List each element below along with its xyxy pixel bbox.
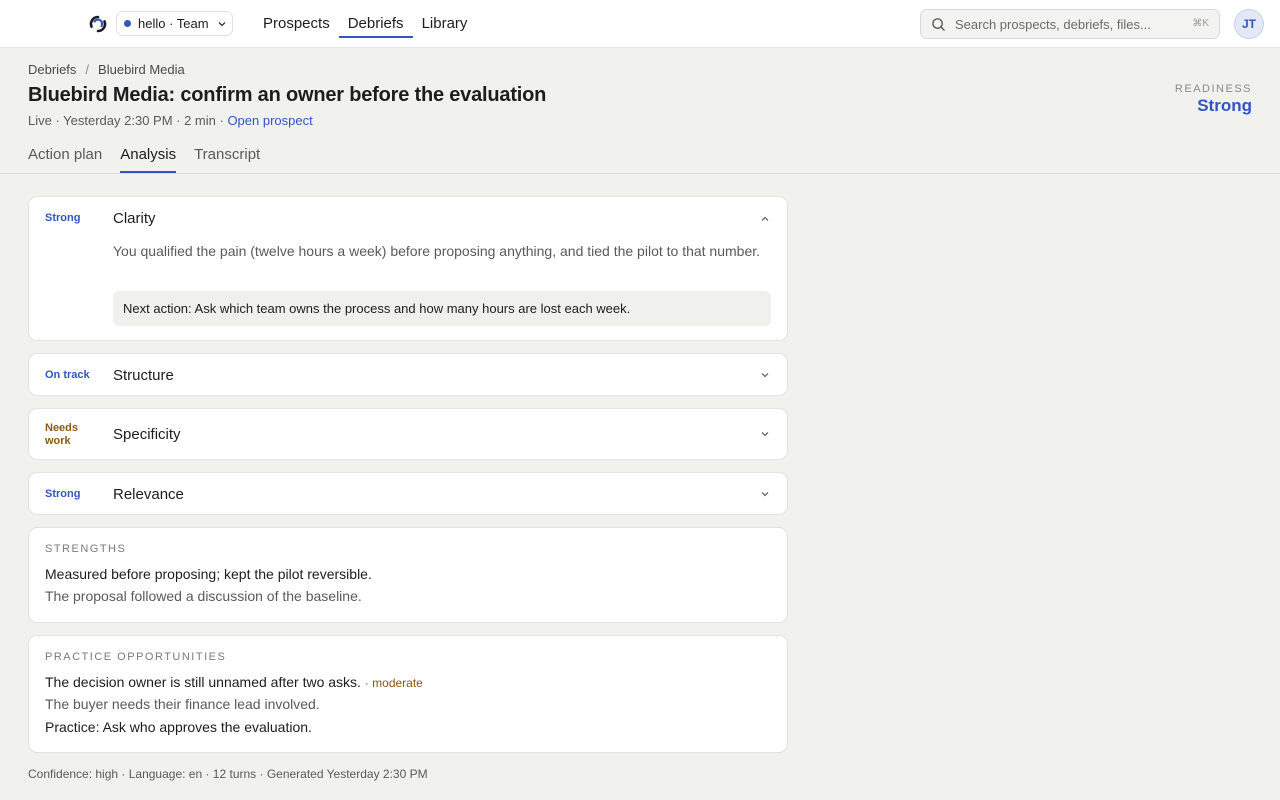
- rubric-badge-line1: Needs: [45, 422, 79, 434]
- top-bar: hello · Team Prospects Debriefs Library …: [0, 0, 1280, 48]
- breadcrumb-debriefs[interactable]: Debriefs: [28, 62, 76, 77]
- rubric-name: Relevance: [113, 486, 184, 503]
- nav-library[interactable]: Library: [413, 0, 477, 48]
- rubric-name: Structure: [113, 367, 174, 384]
- practice-title-text: The decision owner is still unnamed afte…: [45, 674, 361, 690]
- search-placeholder: Search prospects, debriefs, files...: [955, 16, 1151, 32]
- rubric-card-relevance[interactable]: Strong Relevance: [28, 472, 788, 515]
- practice-card: PRACTICE OPPORTUNITIES The decision owne…: [28, 635, 788, 753]
- strength-title: Measured before proposing; kept the pilo…: [45, 566, 372, 582]
- practice-label: PRACTICE OPPORTUNITIES: [45, 651, 227, 663]
- workspace-label: hello · Team: [138, 16, 209, 31]
- tab-analysis[interactable]: Analysis: [120, 140, 176, 173]
- strength-detail: The proposal followed a discussion of th…: [45, 588, 362, 604]
- nav-prospects[interactable]: Prospects: [254, 0, 339, 48]
- rubric-badge: Strong: [45, 212, 81, 224]
- logo-icon[interactable]: [88, 14, 108, 34]
- rubric-badge-line2: work: [45, 435, 71, 447]
- rubric-card-structure[interactable]: On track Structure: [28, 353, 788, 396]
- strengths-label: STRENGTHS: [45, 543, 127, 555]
- rubric-name: Clarity: [113, 210, 156, 227]
- open-prospect-link[interactable]: Open prospect: [227, 113, 312, 128]
- readiness-summary: READINESS Strong: [1175, 83, 1252, 116]
- rubric-card-specificity[interactable]: Needs work Specificity: [28, 408, 788, 460]
- rubric-body: You qualified the pain (twelve hours a w…: [113, 243, 761, 259]
- strengths-card: STRENGTHS Measured before proposing; kep…: [28, 527, 788, 623]
- workspace-status-dot: [124, 20, 131, 27]
- tabs-divider: [0, 173, 1280, 174]
- avatar[interactable]: JT: [1234, 9, 1264, 39]
- breadcrumb: Debriefs / Bluebird Media: [28, 62, 185, 77]
- rubric-name: Specificity: [113, 426, 181, 443]
- next-action: Next action: Ask which team owns the pro…: [113, 291, 771, 326]
- readiness-label: READINESS: [1174, 83, 1252, 95]
- severity-badge: · moderate: [364, 676, 423, 690]
- search-icon: [932, 17, 945, 31]
- tab-action-plan[interactable]: Action plan: [28, 140, 102, 173]
- breadcrumb-separator: /: [85, 62, 90, 77]
- readiness-value: Strong: [1197, 96, 1252, 115]
- rubric-badge: On track: [45, 369, 90, 381]
- tab-bar: Action plan Analysis Transcript: [28, 140, 278, 173]
- chevron-down-icon[interactable]: [759, 428, 771, 440]
- chevron-up-icon[interactable]: [759, 213, 771, 225]
- main-nav: Prospects Debriefs Library: [254, 0, 476, 48]
- chevron-down-icon: [218, 21, 226, 26]
- rubric-badge: Needs work: [45, 422, 78, 448]
- rubric-header-clarity[interactable]: Strong Clarity: [29, 197, 787, 241]
- search-shortcut: ⌘K: [1192, 18, 1209, 29]
- tab-transcript[interactable]: Transcript: [194, 140, 260, 173]
- generation-footer: Confidence: high · Language: en · 12 tur…: [28, 767, 428, 781]
- workspace-switcher[interactable]: hello · Team: [116, 11, 233, 36]
- search-input[interactable]: Search prospects, debriefs, files... ⌘K: [920, 9, 1220, 39]
- rubric-badge: Strong: [45, 488, 81, 500]
- meta-text: Live · Yesterday 2:30 PM · 2 min ·: [28, 113, 228, 128]
- nav-debriefs[interactable]: Debriefs: [338, 0, 413, 48]
- chevron-down-icon[interactable]: [759, 369, 771, 381]
- debrief-meta: Live · Yesterday 2:30 PM · 2 min · Open …: [28, 113, 313, 128]
- breadcrumb-current: Bluebird Media: [98, 62, 185, 77]
- rubric-card-clarity: Strong Clarity You qualified the pain (t…: [28, 196, 788, 341]
- page-title: Bluebird Media: confirm an owner before …: [28, 84, 547, 106]
- practice-suggestion: Practice: Ask who approves the evaluatio…: [45, 719, 312, 735]
- chevron-down-icon[interactable]: [759, 488, 771, 500]
- practice-title: The decision owner is still unnamed afte…: [45, 674, 423, 690]
- practice-detail: The buyer needs their finance lead invol…: [45, 696, 320, 712]
